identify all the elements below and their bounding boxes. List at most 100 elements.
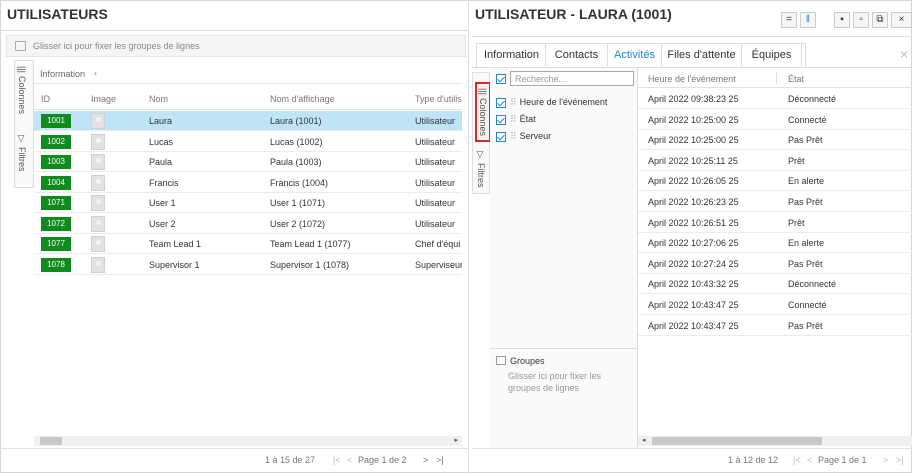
column-item-state[interactable]: ⠿ État	[496, 112, 536, 126]
event-time: April 2022 10:25:11 25	[648, 155, 738, 166]
user-name: User 1	[149, 198, 176, 208]
table-row[interactable]: 1002 Lucas Lucas (1002) Utilisateur	[34, 132, 462, 152]
event-row[interactable]: April 2022 10:27:06 25 En alerte	[638, 233, 912, 254]
column-item-event-time[interactable]: ⠿ Heure de l'événement	[496, 95, 607, 109]
divider	[472, 36, 912, 37]
event-row[interactable]: April 2022 10:25:00 25 Connecté	[638, 110, 912, 130]
group-drop-zone[interactable]: Glisser ici pour fixer les groupes de li…	[6, 35, 466, 57]
avatar	[91, 215, 105, 232]
split-icon[interactable]: ‖	[800, 12, 816, 28]
next-page-button[interactable]: >	[423, 455, 428, 465]
user-type: Utilisateur	[415, 218, 456, 229]
select-all-checkbox[interactable]	[496, 73, 506, 84]
user-name: User 2	[149, 218, 176, 229]
pager-range: 1 à 15 de 27	[265, 455, 316, 465]
save-icon[interactable]: ▪	[834, 12, 850, 28]
user-name: Laura	[149, 116, 173, 126]
drag-handle-icon[interactable]: ⠿	[510, 97, 517, 107]
user-name: Team Lead 1	[149, 239, 202, 249]
first-page-button[interactable]: |<	[793, 455, 801, 465]
col-state[interactable]: État	[788, 74, 804, 84]
minimize-icon[interactable]: =	[781, 12, 797, 28]
event-time: April 2022 10:26:05 25	[648, 176, 739, 187]
next-page-button[interactable]: >	[883, 455, 888, 465]
event-row[interactable]: April 2022 10:25:00 25 Pas Prêt	[638, 130, 912, 151]
tab-contacts[interactable]: Contacts	[546, 44, 608, 66]
filter-icon: ▽	[476, 150, 486, 160]
avatar	[91, 133, 105, 150]
column-item-server[interactable]: ⠿ Serveur	[496, 129, 551, 143]
event-row[interactable]: April 2022 10:25:11 25 Prêt	[638, 151, 912, 171]
divider	[472, 448, 912, 449]
last-page-button[interactable]: >|	[896, 455, 904, 465]
col-image[interactable]: Image	[91, 94, 116, 104]
drag-handle-icon[interactable]: ⠿	[510, 114, 517, 124]
table-row[interactable]: 1077 Team Lead 1 Team Lead 1 (1077) Chef d'…	[34, 234, 462, 254]
col-user-type[interactable]: Type d'utilis	[415, 94, 462, 104]
columns-search-input[interactable]: Recherche...	[510, 71, 634, 86]
section-label: Information	[40, 69, 86, 79]
first-page-button[interactable]: |<	[333, 455, 341, 465]
columns-side-tab[interactable]: ||| Colonnes	[17, 66, 27, 114]
prev-page-button[interactable]: <	[347, 455, 352, 465]
divider	[490, 348, 638, 349]
table-row[interactable]: 1001 Laura Laura (1001) Utilisateur	[34, 111, 462, 131]
avatar	[91, 195, 105, 211]
close-icon[interactable]: ×	[891, 12, 912, 28]
save-as-icon[interactable]: ▫	[853, 12, 869, 28]
event-time: April 2022 10:27:24 25	[648, 258, 739, 269]
event-row[interactable]: April 2022 10:27:24 25 Pas Prêt	[638, 254, 912, 274]
col-event-time[interactable]: Heure de l'événement	[648, 74, 736, 84]
event-row[interactable]: April 2022 10:26:51 25 Prêt	[638, 213, 912, 233]
avatar	[91, 256, 105, 273]
event-state: Pas Prêt	[788, 320, 823, 331]
user-id-badge: 1001	[41, 114, 71, 128]
groups-drop-hint[interactable]: Glisser ici pour fixer les groupes de li…	[508, 370, 618, 394]
columns-icon: |||	[17, 66, 27, 74]
col-name[interactable]: Nom	[149, 94, 168, 104]
table-row[interactable]: 1078 Supervisor 1 Supervisor 1 (1078) Super…	[34, 255, 462, 275]
avatar	[91, 236, 105, 252]
last-page-button[interactable]: >|	[436, 455, 444, 465]
drag-handle-icon[interactable]: ⠿	[510, 131, 517, 141]
col-id[interactable]: ID	[41, 94, 50, 104]
horizontal-scrollbar[interactable]: ▸	[34, 436, 462, 446]
filters-side-tab[interactable]: ▽ Filtres	[17, 134, 27, 172]
col-display-name[interactable]: Nom d'affichage	[270, 94, 335, 104]
columns-side-tab[interactable]: ||| Colonnes	[475, 82, 491, 143]
panel-divider	[468, 0, 469, 473]
prev-page-button[interactable]: <	[807, 455, 812, 465]
section-header[interactable]: Information ‹	[34, 66, 462, 84]
events-header: Heure de l'événement État	[638, 68, 912, 88]
event-state: Pas Prêt	[788, 258, 823, 269]
event-row[interactable]: April 2022 10:43:47 25 Connecté	[638, 295, 912, 315]
user-id-badge: 1077	[41, 237, 71, 251]
event-time: April 2022 10:43:47 25	[648, 320, 739, 331]
chevron-left-icon[interactable]: ‹	[94, 68, 97, 78]
tab-queues[interactable]: Files d'attente	[662, 44, 742, 66]
user-display-name: User 1 (1071)	[270, 198, 326, 208]
tab-teams[interactable]: Équipes	[742, 44, 802, 66]
close-tab-icon[interactable]: ×	[900, 46, 908, 62]
event-row[interactable]: April 2022 10:26:23 25 Pas Prêt	[638, 192, 912, 212]
filters-side-tab[interactable]: ▽ Filtres	[476, 150, 486, 188]
avatar	[91, 154, 105, 170]
page-indicator: Page 1 de 2	[358, 455, 407, 465]
event-row[interactable]: April 2022 10:26:05 25 En alerte	[638, 171, 912, 192]
user-type: Utilisateur	[415, 177, 456, 188]
tab-activities[interactable]: Activités	[608, 44, 662, 66]
event-row[interactable]: April 2022 10:43:47 25 Pas Prêt	[638, 316, 912, 336]
event-row[interactable]: April 2022 10:43:32 25 Déconnecté	[638, 274, 912, 295]
table-row[interactable]: 1004 Francis Francis (1004) Utilisateur	[34, 173, 462, 193]
user-id-badge: 1002	[41, 134, 71, 149]
event-row[interactable]: April 2022 09:38:23 25 Déconnecté	[638, 89, 912, 109]
horizontal-scrollbar[interactable]: ◂	[638, 436, 912, 446]
table-row[interactable]: 1072 User 2 User 2 (1072) Utilisateur	[34, 214, 462, 234]
save-copy-icon[interactable]: ⧉	[872, 12, 888, 28]
table-row[interactable]: 1071 User 1 User 1 (1071) Utilisateur	[34, 193, 462, 213]
table-row[interactable]: 1003 Paula Paula (1003) Utilisateur	[34, 152, 462, 172]
user-type: Utilisateur	[415, 157, 456, 167]
tab-information[interactable]: Information	[478, 44, 546, 66]
user-display-name: Paula (1003)	[270, 157, 322, 167]
user-name: Francis	[149, 177, 179, 188]
